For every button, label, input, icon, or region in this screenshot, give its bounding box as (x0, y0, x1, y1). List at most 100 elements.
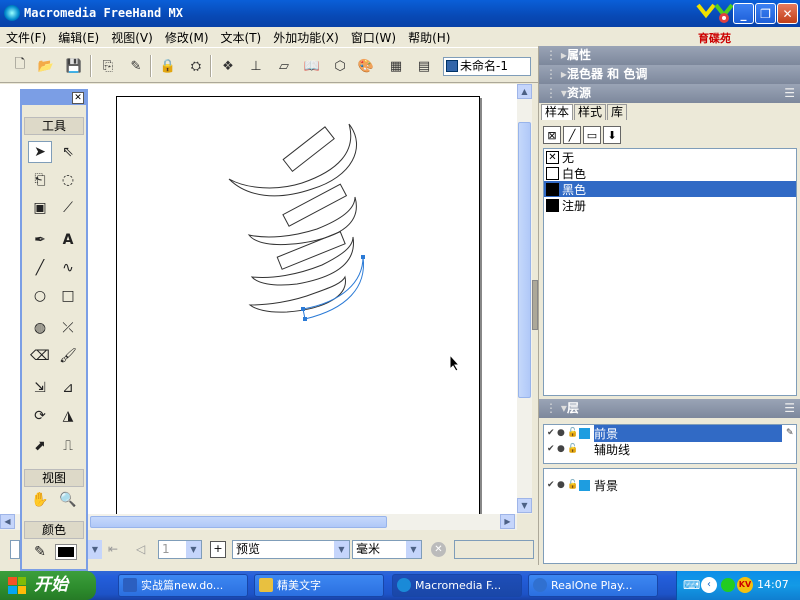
lock-icon[interactable]: 🔓 (567, 444, 578, 454)
tools-panel-header[interactable]: ✕ (22, 91, 86, 105)
document-page[interactable] (116, 96, 480, 516)
vertical-scroll-thumb[interactable] (518, 122, 531, 398)
visibility-icon[interactable]: ● (557, 480, 567, 490)
first-page-icon[interactable]: ⇤ (108, 542, 118, 556)
spiral-tool-icon[interactable]: ◍ (28, 317, 52, 339)
grip-icon[interactable]: ⋮ ▾ (545, 399, 567, 418)
antivirus-icon[interactable]: KV (737, 577, 753, 593)
panel-menu-icon[interactable]: ☰ (784, 84, 795, 103)
chevron-down-icon[interactable]: ▼ (334, 541, 349, 558)
tray-arrow-icon[interactable]: ‹ (701, 577, 717, 593)
eraser-tool-icon[interactable]: ⌫ (28, 345, 52, 367)
grip-icon[interactable]: ⋮ ▸ (545, 65, 567, 84)
document-selector[interactable]: 未命名-1 (443, 57, 531, 76)
swatch-none[interactable]: ✕ 无 (544, 149, 796, 165)
new-document-icon[interactable]: 🗋 (10, 56, 30, 76)
visibility-icon[interactable]: ● (557, 444, 567, 454)
properties-panel-header[interactable]: ⋮ ▸ 属性 (539, 46, 800, 65)
minimize-button[interactable]: _ (733, 3, 754, 24)
save-icon[interactable]: 💾 (64, 56, 84, 76)
layer-color-swatch[interactable] (579, 444, 590, 455)
text-tool-icon[interactable]: A (56, 229, 80, 251)
menu-view[interactable]: 视图(V) (105, 27, 159, 46)
transform-icon[interactable]: ▱ (274, 56, 294, 76)
fill-icon[interactable]: ▭ (583, 126, 601, 144)
symbols-icon[interactable]: ⬡ (330, 56, 350, 76)
menu-edit[interactable]: 编辑(E) (52, 27, 105, 46)
menu-modify[interactable]: 修改(M) (159, 27, 215, 46)
zoom-tool-icon[interactable]: 🔍 (56, 489, 80, 511)
reflect-tool-icon[interactable]: ◮ (56, 405, 80, 427)
lock-icon[interactable]: 🔓 (567, 480, 578, 490)
page-tool-icon[interactable]: ⎗ (28, 169, 52, 191)
pen-tool-icon[interactable]: ✒ (28, 229, 52, 251)
export-icon[interactable]: ✎ (126, 56, 146, 76)
check-icon[interactable]: ✔ (547, 480, 557, 490)
assets-panel-header[interactable]: ⋮ ▾ 资源 ☰ (539, 84, 800, 103)
keyboard-icon[interactable]: ⌨ (683, 578, 700, 592)
scroll-right-arrow[interactable]: ▶ (500, 514, 515, 529)
units-select[interactable]: 毫米 ▼ (352, 540, 422, 559)
connector-tool-icon[interactable]: ⎍ (56, 435, 80, 457)
panel-collapse-handle[interactable] (532, 280, 538, 330)
eyedropper-tool-icon[interactable]: ⟋ (56, 197, 80, 219)
menu-xtras[interactable]: 外加功能(X) (267, 27, 345, 46)
ellipse-tool-icon[interactable]: ○ (28, 285, 52, 307)
chart-tool-icon[interactable]: ⬈ (28, 435, 52, 457)
unlock-icon[interactable]: ⛭ (186, 56, 206, 76)
layer-guides[interactable]: ✔ ● 🔓 辅助线 (544, 441, 796, 457)
stroke-color-icon[interactable]: ✎ (28, 541, 52, 563)
layers-stack-icon[interactable]: ▤ (414, 56, 434, 76)
tab-library[interactable]: 库 (607, 104, 628, 120)
check-icon[interactable]: ✔ (547, 444, 557, 454)
task-realone[interactable]: RealOne Play... (528, 574, 658, 597)
panel-menu-icon[interactable]: ☰ (784, 399, 795, 418)
group-icon[interactable]: ❖ (218, 56, 238, 76)
mixer-panel-header[interactable]: ⋮ ▸ 混色器 和 色调 (539, 65, 800, 84)
network-icon[interactable] (721, 578, 735, 592)
menu-text[interactable]: 文本(T) (215, 27, 268, 46)
layer-foreground[interactable]: ✔ ● 🔓 前景 ✎ (544, 424, 796, 442)
grip-icon[interactable]: ⋮ ▸ (545, 46, 567, 65)
check-icon[interactable]: ✔ (547, 428, 557, 438)
prev-page-icon[interactable]: ◁ (136, 542, 145, 556)
lasso-tool-icon[interactable]: ◌ (56, 169, 80, 191)
hand-tool-icon[interactable]: ✋ (28, 489, 52, 511)
restore-button[interactable]: ❐ (755, 3, 776, 24)
import-icon[interactable]: ⎘ (98, 56, 118, 76)
rectangle-tool-icon[interactable]: □ (56, 285, 80, 307)
close-icon[interactable]: ✕ (72, 92, 84, 104)
layers-panel-header[interactable]: ⋮ ▾ 层 ☰ (539, 399, 800, 418)
visibility-icon[interactable]: ● (557, 428, 567, 438)
skew-tool-icon[interactable]: ⊿ (56, 377, 80, 399)
cancel-icon[interactable]: ✕ (431, 542, 446, 557)
none-swatch-icon[interactable]: ⊠ (543, 126, 561, 144)
color-palette-icon[interactable]: 🎨 (356, 56, 376, 76)
table-grid-icon[interactable]: ▦ (386, 56, 406, 76)
subselect-tool-icon[interactable]: ⇖ (56, 141, 80, 163)
scale-tool-icon[interactable]: ⇲ (28, 377, 52, 399)
horizontal-scroll-thumb[interactable] (90, 516, 387, 528)
rotate-tool-icon[interactable]: ⟳ (28, 405, 52, 427)
add-swatch-icon[interactable]: ⬇ (603, 126, 621, 144)
swatch-registration[interactable]: 注册 (544, 197, 796, 213)
task-freehand[interactable]: Macromedia F... (392, 574, 522, 597)
zoom-dropdown-icon[interactable]: ▼ (88, 540, 102, 559)
freehand-tool-icon[interactable]: ∿ (56, 257, 80, 279)
scroll-up-arrow[interactable]: ▲ (517, 84, 532, 99)
add-page-icon[interactable]: + (210, 541, 226, 558)
layer-color-swatch[interactable] (579, 479, 590, 491)
layer-color-swatch[interactable] (579, 427, 590, 439)
knife-tool-icon[interactable]: ⤫ (56, 317, 80, 339)
pointer-tool-icon[interactable]: ➤ (28, 141, 52, 163)
task-word-document[interactable]: 实战篇new.do... (118, 574, 248, 597)
swatch-white[interactable]: 白色 (544, 165, 796, 181)
menu-help[interactable]: 帮助(H) (402, 27, 456, 46)
page-dropdown-icon[interactable]: ▼ (186, 541, 201, 558)
tab-styles[interactable]: 样式 (574, 104, 607, 120)
task-folder[interactable]: 精美文字 (254, 574, 384, 597)
menu-file[interactable]: 文件(F) (0, 27, 52, 46)
grip-icon[interactable]: ⋮ ▾ (545, 84, 567, 103)
stroke-icon[interactable]: ╱ (563, 126, 581, 144)
scroll-left-arrow[interactable]: ◀ (0, 514, 15, 529)
